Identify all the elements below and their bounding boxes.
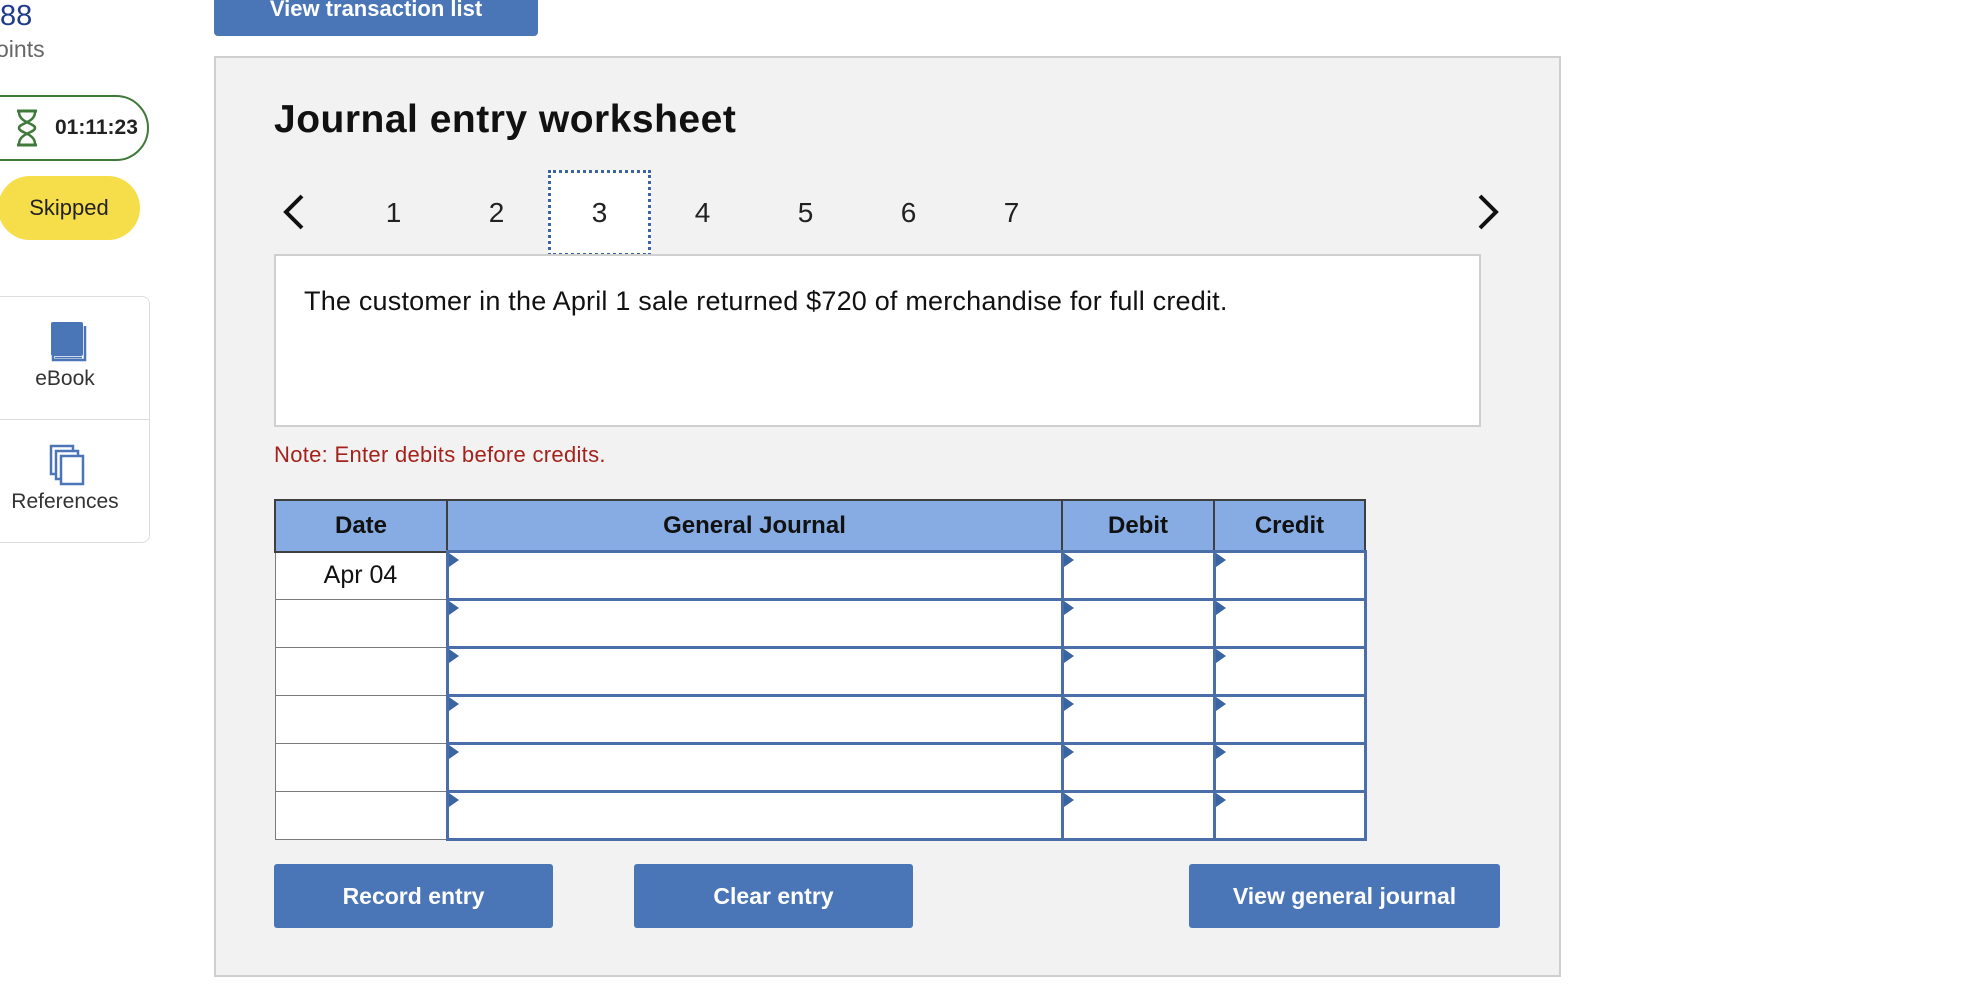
account-input[interactable]	[445, 694, 1064, 745]
step-1[interactable]: 1	[342, 170, 445, 256]
step-5[interactable]: 5	[754, 170, 857, 256]
column-header-debit: Debit	[1061, 499, 1215, 553]
dropdown-triangle-icon	[1063, 697, 1074, 711]
step-4[interactable]: 4	[651, 170, 754, 256]
credit-input[interactable]	[1212, 598, 1367, 649]
credit-input[interactable]	[1212, 790, 1367, 841]
transaction-description-box: The customer in the April 1 sale returne…	[274, 254, 1481, 427]
entry-note: Note: Enter debits before credits.	[274, 442, 606, 467]
table-row	[274, 742, 1367, 793]
account-input[interactable]	[445, 742, 1064, 793]
step-3-active[interactable]: 3	[548, 170, 651, 256]
account-input[interactable]	[445, 550, 1064, 601]
step-7[interactable]: 7	[960, 170, 1063, 256]
column-header-credit: Credit	[1213, 499, 1366, 553]
date-cell	[274, 695, 448, 744]
date-cell	[274, 791, 448, 840]
debit-input[interactable]	[1060, 694, 1216, 745]
debit-input[interactable]	[1060, 742, 1216, 793]
dropdown-triangle-icon	[1063, 553, 1074, 567]
dropdown-triangle-icon	[448, 601, 459, 615]
table-row	[274, 598, 1367, 649]
view-transaction-list-button[interactable]: View transaction list	[214, 0, 538, 36]
dropdown-triangle-icon	[1063, 649, 1074, 663]
tools-panel: eBook References	[0, 296, 150, 543]
step-6[interactable]: 6	[857, 170, 960, 256]
date-cell: Apr 04	[274, 551, 448, 600]
ebook-button[interactable]: eBook	[0, 297, 149, 420]
dropdown-triangle-icon	[1063, 793, 1074, 807]
dropdown-triangle-icon	[448, 649, 459, 663]
debit-input[interactable]	[1060, 646, 1216, 697]
debit-input[interactable]	[1060, 598, 1216, 649]
clear-entry-button[interactable]: Clear entry	[634, 864, 913, 928]
account-input[interactable]	[445, 646, 1064, 697]
table-row	[274, 646, 1367, 697]
worksheet-panel: Journal entry worksheet 1 2 3 4 5 6 7 Th…	[214, 56, 1561, 977]
credit-input[interactable]	[1212, 550, 1367, 601]
timer-value: 01:11:23	[55, 116, 138, 139]
references-label: References	[11, 490, 119, 513]
credit-input[interactable]	[1212, 694, 1367, 745]
table-row	[274, 790, 1367, 841]
dropdown-triangle-icon	[1215, 601, 1226, 615]
book-icon	[49, 321, 87, 368]
documents-icon	[49, 444, 87, 491]
step-2[interactable]: 2	[445, 170, 548, 256]
dropdown-triangle-icon	[448, 697, 459, 711]
dropdown-triangle-icon	[448, 745, 459, 759]
dropdown-triangle-icon	[448, 553, 459, 567]
hourglass-icon	[14, 109, 40, 152]
view-general-journal-button[interactable]: View general journal	[1189, 864, 1500, 928]
credit-input[interactable]	[1212, 742, 1367, 793]
date-cell	[274, 743, 448, 792]
next-arrow-icon[interactable]	[1468, 186, 1508, 238]
dropdown-triangle-icon	[1063, 601, 1074, 615]
dropdown-triangle-icon	[1215, 745, 1226, 759]
date-cell	[274, 647, 448, 696]
column-header-date: Date	[274, 499, 448, 553]
record-entry-button[interactable]: Record entry	[274, 864, 553, 928]
account-input[interactable]	[445, 598, 1064, 649]
previous-arrow-icon[interactable]	[274, 186, 314, 238]
table-row	[274, 694, 1367, 745]
transaction-description: The customer in the April 1 sale returne…	[304, 286, 1228, 316]
date-cell	[274, 599, 448, 648]
worksheet-title: Journal entry worksheet	[274, 98, 737, 141]
dropdown-triangle-icon	[1215, 793, 1226, 807]
dropdown-triangle-icon	[1215, 649, 1226, 663]
dropdown-triangle-icon	[1215, 553, 1226, 567]
points-label: oints	[0, 36, 45, 62]
ebook-label: eBook	[35, 367, 95, 390]
dropdown-triangle-icon	[448, 793, 459, 807]
timer[interactable]: 01:11:23	[0, 95, 149, 161]
column-header-general-journal: General Journal	[446, 499, 1063, 553]
status-badge: Skipped	[0, 176, 140, 240]
dropdown-triangle-icon	[1215, 697, 1226, 711]
score-value: .88	[0, 0, 33, 32]
account-input[interactable]	[445, 790, 1064, 841]
journal-table: Date General Journal Debit Credit Apr 04	[274, 499, 1367, 841]
credit-input[interactable]	[1212, 646, 1367, 697]
dropdown-triangle-icon	[1063, 745, 1074, 759]
references-button[interactable]: References	[0, 420, 149, 542]
table-row: Apr 04	[274, 550, 1367, 601]
debit-input[interactable]	[1060, 550, 1216, 601]
debit-input[interactable]	[1060, 790, 1216, 841]
